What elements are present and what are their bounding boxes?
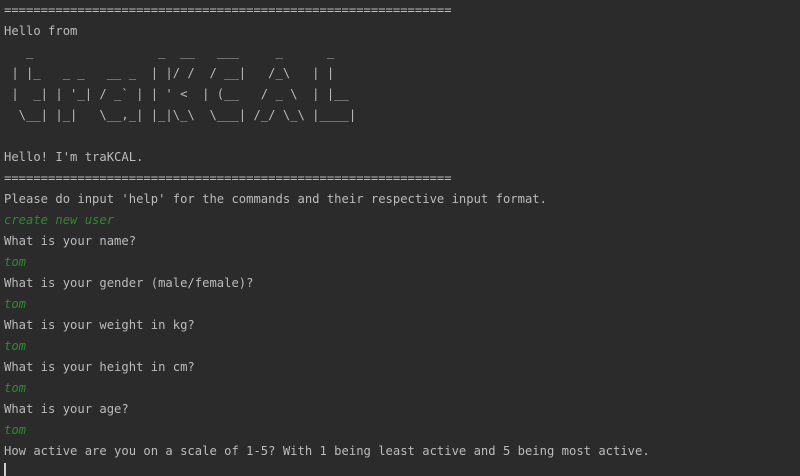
console-line-hello-from: Hello from xyxy=(4,24,78,38)
console-user-input: tom xyxy=(4,255,27,269)
console-prompt-activity: How active are you on a scale of 1-5? Wi… xyxy=(4,444,650,458)
console-user-input: create new user xyxy=(4,213,115,227)
console-line-help-hint: Please do input 'help' for the commands … xyxy=(4,192,547,206)
ascii-art-line: _ _ __ ___ _ _ xyxy=(4,45,335,59)
console-line-separator: ========================================… xyxy=(4,3,452,17)
console-line-separator: ========================================… xyxy=(4,171,452,185)
ascii-art-line: | _| | '_| / _` | | ' < | (__ / _ \ | |_… xyxy=(4,87,349,101)
console-user-input: tom xyxy=(4,297,27,311)
text-cursor[interactable] xyxy=(4,463,6,476)
ascii-art-line: \__| |_| \__,_| |_|\_\ \___| /_/ \_\ |__… xyxy=(4,108,357,122)
console-prompt-age: What is your age? xyxy=(4,402,129,416)
console-user-input: tom xyxy=(4,423,27,437)
console-prompt-weight: What is your weight in kg? xyxy=(4,318,195,332)
ascii-art-line: | |_ _ _ __ _ | |/ / / __| /_\ | | xyxy=(4,66,335,80)
console-prompt-height: What is your height in cm? xyxy=(4,360,195,374)
console-prompt-name: What is your name? xyxy=(4,234,137,248)
console-prompt-gender: What is your gender (male/female)? xyxy=(4,276,254,290)
console-output: ========================================… xyxy=(0,0,800,476)
console-line-greeting: Hello! I'm traKCAL. xyxy=(4,150,144,164)
console-user-input: tom xyxy=(4,339,27,353)
console-user-input: tom xyxy=(4,381,27,395)
